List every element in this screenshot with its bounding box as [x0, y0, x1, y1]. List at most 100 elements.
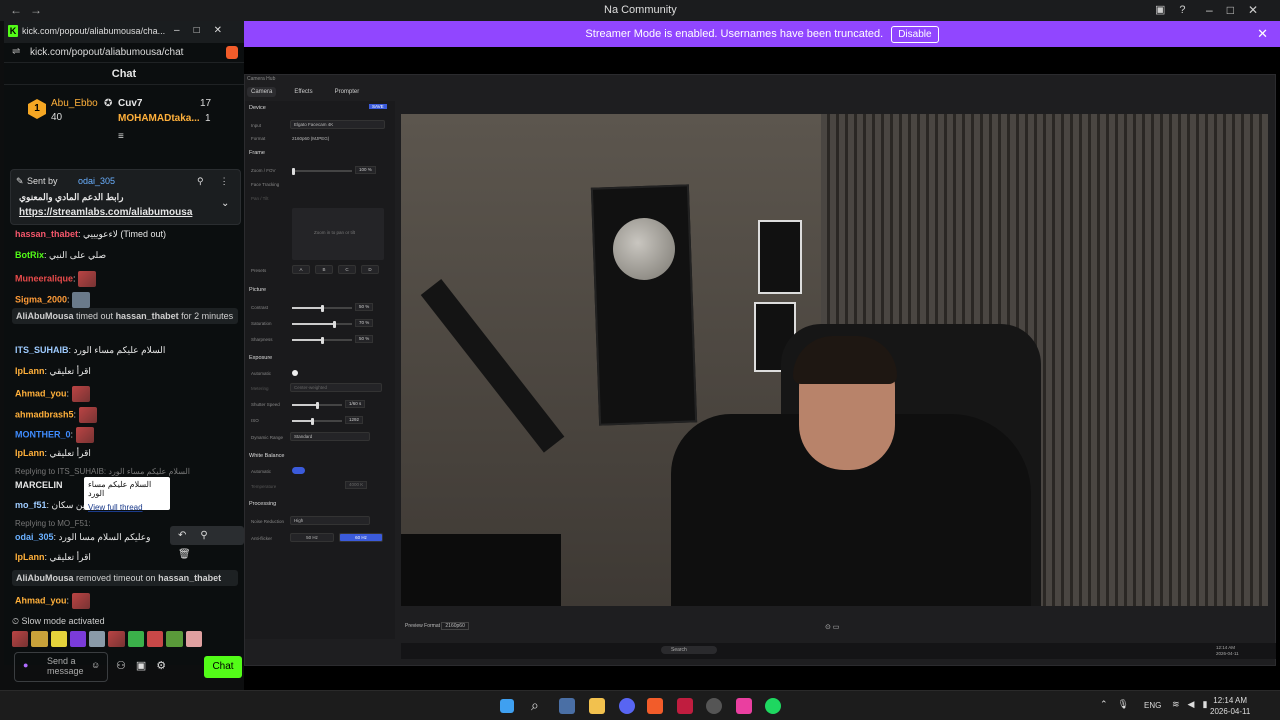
pan-tilt-pad[interactable]: Zoom in to pan or tilt	[292, 208, 384, 260]
contrast-slider[interactable]	[292, 304, 352, 312]
iso-value[interactable]: 1292	[345, 416, 364, 424]
contrast-value[interactable]: 50 %	[355, 303, 374, 311]
emote[interactable]	[12, 631, 29, 647]
chat-message[interactable]: Muneeralique:	[15, 271, 97, 287]
chat-message[interactable]: Ahmad_you:	[15, 593, 90, 609]
exposure-section[interactable]: Exposure	[249, 355, 272, 361]
preview-format-select[interactable]: 2160p60	[441, 622, 469, 630]
exposure-auto-toggle[interactable]	[292, 370, 298, 376]
chat-tools-icons[interactable]: ⚇▣⚙	[116, 659, 176, 672]
pinned-sender[interactable]: odai_305	[78, 176, 115, 186]
emote[interactable]	[50, 631, 67, 647]
sharpness-slider[interactable]	[292, 336, 352, 344]
brave-shield-icon[interactable]	[226, 46, 238, 59]
reply-context[interactable]: Replying to MO_F51:	[15, 519, 91, 528]
discord-icon[interactable]	[619, 698, 635, 714]
zoom-slider[interactable]	[292, 167, 352, 175]
chat-message[interactable]: mo_f51: ين سكان	[15, 500, 85, 511]
leader-third-name[interactable]: MOHAMADtaka...	[118, 113, 200, 124]
app-icon[interactable]	[677, 698, 693, 714]
emoji-icon[interactable]: ☺	[91, 660, 100, 670]
emote[interactable]	[185, 631, 202, 647]
chat-message[interactable]: BotRix: صلي على النبي	[15, 250, 106, 261]
chat-message[interactable]: Ahmad_you:	[15, 386, 90, 402]
search-icon[interactable]: ⌕	[531, 697, 539, 714]
spotify-icon[interactable]	[765, 698, 781, 714]
sharpness-value[interactable]: 50 %	[355, 335, 374, 343]
start-icon[interactable]	[500, 699, 514, 713]
chat-message[interactable]: MARCELIN	[15, 480, 63, 490]
chevron-down-icon[interactable]: ⌄	[221, 198, 229, 209]
back-forward-icons[interactable]: ←→	[10, 3, 50, 17]
camera-controls-icons[interactable]: ⊙ ▭	[825, 623, 839, 631]
white-balance-section[interactable]: White Balance	[249, 453, 284, 459]
chat-message[interactable]: Sigma_2000:	[15, 292, 91, 308]
widgets-icon[interactable]	[559, 698, 575, 714]
chat-message[interactable]: IpLann: اقرأ تعليقي	[15, 448, 91, 459]
temperature-value[interactable]: 4000 K	[345, 481, 368, 489]
emote[interactable]	[108, 631, 125, 647]
clock[interactable]: 12:14 AM 2026-04-11	[1210, 695, 1250, 717]
message-input[interactable]: ● Send a message ☺	[14, 652, 108, 682]
preset-a[interactable]: A	[292, 265, 310, 274]
leader-second-name[interactable]: Cuv7	[118, 98, 142, 109]
chat-message[interactable]: IpLann: اقرأ تعليقي	[15, 366, 91, 377]
preset-d[interactable]: D	[361, 265, 379, 274]
view-full-thread-link[interactable]: View full thread	[88, 503, 166, 512]
tab-prompter[interactable]: Prompter	[331, 87, 364, 97]
chat-message[interactable]: MONTHER_0:	[15, 427, 94, 443]
pinned-link[interactable]: https://streamlabs.com/aliabumousa	[19, 207, 192, 218]
saturation-value[interactable]: 70 %	[355, 319, 374, 327]
zoom-value[interactable]: 100 %	[355, 166, 376, 174]
dynamic-range-select[interactable]: Standard	[290, 432, 370, 441]
iso-slider[interactable]	[292, 417, 342, 425]
disable-button[interactable]: Disable	[891, 25, 939, 43]
network-volume-icons[interactable]: ≋◀▮	[1172, 699, 1215, 710]
file-explorer-icon[interactable]	[589, 698, 605, 714]
address-url[interactable]: kick.com/popout/aliabumousa/chat	[30, 47, 183, 58]
frame-section[interactable]: Frame	[249, 150, 265, 156]
message-actions[interactable]: ↶⚲🗑	[170, 526, 244, 560]
device-section[interactable]: Device	[249, 105, 266, 111]
window-controls[interactable]: –□✕	[1206, 3, 1272, 17]
expand-icon[interactable]: ≡	[118, 131, 124, 142]
emote[interactable]	[69, 631, 87, 647]
chat-message[interactable]: ITS_SUHAIB: السلام عليكم مساء الورد	[15, 345, 165, 356]
antiflicker-50[interactable]: 50 Hz	[290, 533, 334, 542]
language-indicator[interactable]: ENG	[1144, 701, 1161, 710]
pin-actions-icons[interactable]: ⚲⋮	[197, 176, 245, 187]
tab-effects[interactable]: Effects	[290, 87, 316, 97]
processing-section[interactable]: Processing	[249, 501, 276, 507]
brave-icon[interactable]	[647, 698, 663, 714]
shutter-value[interactable]: 1/60 s	[345, 400, 366, 408]
preset-b[interactable]: B	[315, 265, 333, 274]
emote[interactable]	[31, 631, 48, 647]
chat-send-button[interactable]: Chat	[204, 656, 242, 678]
app-icon[interactable]	[706, 698, 722, 714]
chat-message[interactable]: IpLann: اقرأ تعليقي	[15, 552, 91, 563]
app-icon[interactable]	[736, 698, 752, 714]
emote[interactable]	[89, 631, 106, 647]
emote[interactable]	[127, 631, 145, 647]
metering-select[interactable]: Center-weighted	[290, 383, 382, 392]
chat-message[interactable]: ahmadbrash5:	[15, 407, 97, 423]
antiflicker-60[interactable]: 60 Hz	[339, 533, 383, 542]
preset-c[interactable]: C	[338, 265, 356, 274]
mic-icon[interactable]: ●	[23, 660, 28, 670]
shutter-slider[interactable]	[292, 401, 342, 409]
chat-message[interactable]: hassan_thabet: لاءعويييي (Timed out)	[15, 229, 166, 240]
address-bar[interactable]: ⇌ kick.com/popout/aliabumousa/chat	[4, 43, 244, 63]
tab-camera[interactable]: Camera	[247, 87, 277, 97]
chat-message[interactable]: odai_305: وعليكم السلام مسا الورد	[15, 532, 150, 543]
input-select[interactable]: Elgato Facecam 4K	[290, 120, 385, 129]
save-button[interactable]: SAVE	[369, 104, 387, 109]
emote[interactable]	[147, 631, 164, 647]
emote[interactable]	[166, 631, 183, 647]
chat-window-controls[interactable]: –□✕	[174, 25, 236, 36]
noise-select[interactable]: High	[290, 516, 370, 525]
tray-icons[interactable]: ⌃🎙	[1100, 699, 1139, 710]
saturation-slider[interactable]	[292, 320, 352, 328]
picture-section[interactable]: Picture	[249, 287, 266, 293]
wb-auto-toggle[interactable]	[292, 467, 305, 474]
close-icon[interactable]: ✕	[1257, 26, 1268, 42]
